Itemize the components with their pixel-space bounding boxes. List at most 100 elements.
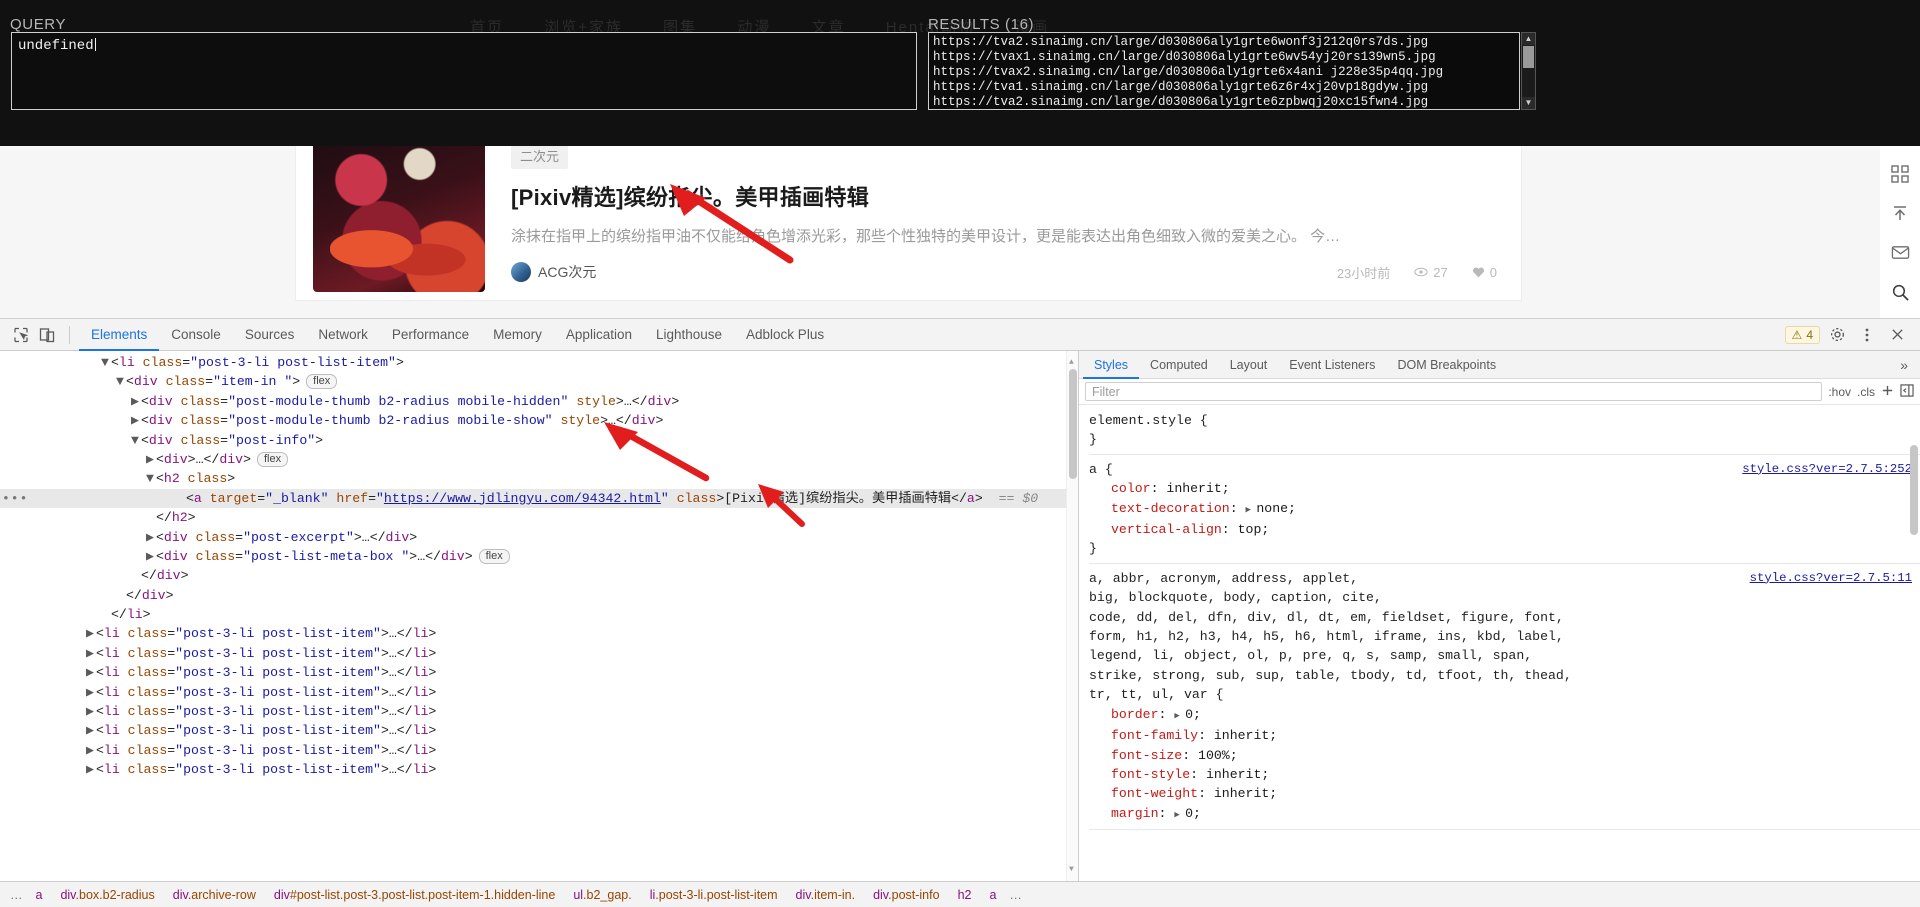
dom-line[interactable]: ▼ <h2 class> (0, 469, 1078, 488)
tab-lighthouse[interactable]: Lighthouse (644, 319, 734, 351)
flex-badge[interactable]: flex (478, 548, 510, 564)
tab-application[interactable]: Application (554, 319, 644, 351)
css-declaration[interactable]: font-style: inherit; (1089, 765, 1920, 784)
breadcrumb-item[interactable]: div.box.b2-radius (51, 888, 163, 902)
disclosure-triangle-icon[interactable]: ▶ (131, 411, 141, 430)
css-value[interactable]: : top; (1222, 522, 1269, 537)
line-menu-dots[interactable]: ••• (2, 489, 28, 508)
results-list-box[interactable]: https://tva2.sinaimg.cn/large/d030806aly… (928, 32, 1520, 110)
tab-adblock-plus[interactable]: Adblock Plus (734, 319, 836, 351)
css-value[interactable]: : 100%; (1182, 748, 1237, 763)
css-value[interactable]: : ▶ none; (1230, 501, 1296, 516)
disclosure-triangle-icon[interactable]: ▶ (86, 760, 96, 779)
tab-layout[interactable]: Layout (1219, 351, 1279, 379)
result-url[interactable]: https://tva2.sinaimg.cn/large/d030806aly… (933, 95, 1515, 109)
breadcrumb-item[interactable]: div.item-in. (787, 888, 865, 902)
hov-button[interactable]: :hov (1828, 385, 1851, 399)
styles-scrollbar-thumb[interactable] (1910, 445, 1918, 535)
dom-line[interactable]: ▶ <div class="post-module-thumb b2-radius… (0, 392, 1078, 411)
css-rule[interactable]: style.css?ver=2.7.5:252 a {color: inherit… (1089, 460, 1920, 559)
scrollbar-thumb[interactable] (1523, 46, 1534, 68)
css-value[interactable]: : inherit; (1198, 728, 1277, 743)
result-url[interactable]: https://tva1.sinaimg.cn/large/d030806aly… (933, 80, 1515, 95)
dom-scroll-down-icon[interactable]: ▼ (1069, 860, 1074, 879)
disclosure-triangle-icon[interactable]: ▼ (146, 469, 156, 488)
query-input[interactable]: undefined (11, 32, 917, 110)
disclosure-triangle-icon[interactable]: ▶ (86, 663, 96, 682)
scroll-top-icon[interactable] (1889, 204, 1911, 222)
disclosure-triangle-icon[interactable]: ▼ (116, 372, 126, 391)
flex-badge[interactable]: flex (257, 451, 289, 467)
gear-icon[interactable] (1824, 323, 1850, 347)
kebab-menu-icon[interactable] (1854, 323, 1880, 347)
tab-dom-breakpoints[interactable]: DOM Breakpoints (1386, 351, 1507, 379)
results-scrollbar[interactable]: ▲ ▼ (1521, 32, 1536, 110)
dom-line[interactable]: ▶ <li class="post-3-li post-list-item">…<… (0, 624, 1078, 643)
breadcrumb-overflow[interactable]: … (1005, 888, 1026, 902)
dom-line[interactable]: ▶ <li class="post-3-li post-list-item">…<… (0, 683, 1078, 702)
article-category-tag[interactable]: 二次元 (511, 142, 569, 169)
disclosure-triangle-icon[interactable]: ▶ (146, 547, 156, 566)
disclosure-triangle-icon[interactable]: ▶ (86, 644, 96, 663)
mail-icon[interactable] (1889, 243, 1911, 262)
scroll-up-arrow-icon[interactable]: ▲ (1522, 33, 1535, 45)
tab-event-listeners[interactable]: Event Listeners (1278, 351, 1386, 379)
filter-input[interactable]: Filter (1085, 382, 1823, 401)
breadcrumb-item[interactable]: ul.b2_gap. (564, 888, 640, 902)
tab-console[interactable]: Console (159, 319, 233, 351)
dom-tree-pane[interactable]: ▼ <li class="post-3-li post-list-item"> ▼ <… (0, 351, 1078, 881)
css-property[interactable]: border (1089, 705, 1158, 724)
disclosure-triangle-icon[interactable]: ▶ (86, 624, 96, 643)
breadcrumb-item[interactable]: a (980, 888, 1005, 902)
result-url[interactable]: https://tvax2.sinaimg.cn/large/d030806al… (933, 65, 1515, 80)
flex-badge[interactable]: flex (306, 374, 338, 390)
dom-line[interactable]: ▶ <li class="post-3-li post-list-item">…<… (0, 760, 1078, 779)
dom-line[interactable]: ▶ <li class="post-3-li post-list-item">…<… (0, 663, 1078, 682)
scroll-down-arrow-icon[interactable]: ▼ (1522, 97, 1535, 109)
css-declaration[interactable]: text-decoration: ▶ none; (1089, 499, 1920, 520)
css-declaration[interactable]: color: inherit; (1089, 479, 1920, 498)
css-value[interactable]: : inherit; (1198, 786, 1277, 801)
css-declaration[interactable]: font-size: 100%; (1089, 746, 1920, 765)
article-author[interactable]: ACG次元 (538, 262, 596, 282)
chevron-double-right-icon[interactable]: » (1892, 357, 1916, 373)
disclosure-triangle-icon[interactable]: ▶ (131, 392, 141, 411)
breadcrumb-item[interactable]: h2 (949, 888, 981, 902)
dom-line[interactable]: ▶ <li class="post-3-li post-list-item">…<… (0, 721, 1078, 740)
result-url[interactable]: https://tvax1.sinaimg.cn/large/d030806al… (933, 50, 1515, 65)
tab-memory[interactable]: Memory (481, 319, 554, 351)
disclosure-triangle-icon[interactable]: ▶ (146, 450, 156, 469)
inspect-element-icon[interactable] (8, 323, 34, 347)
dom-line[interactable]: ▶ <li class="post-3-li post-list-item">…<… (0, 644, 1078, 663)
disclosure-triangle-icon[interactable]: ▶ (146, 528, 156, 547)
dom-line[interactable]: ▶ <div>…</div> flex (0, 450, 1078, 469)
panel-toggle-icon[interactable] (1900, 383, 1914, 400)
dom-line[interactable]: ▶ <div class="post-module-thumb b2-radius… (0, 411, 1078, 430)
dom-line[interactable]: </div> (0, 566, 1078, 585)
css-property[interactable]: text-decoration (1089, 499, 1230, 518)
disclosure-triangle-icon[interactable]: ▶ (86, 721, 96, 740)
css-property[interactable]: font-weight (1089, 784, 1198, 803)
css-declaration[interactable]: border: ▶ 0; (1089, 705, 1920, 726)
dom-scrollbar-thumb[interactable] (1069, 369, 1077, 479)
css-property[interactable]: font-style (1089, 765, 1190, 784)
dom-line[interactable]: </h2> (0, 508, 1078, 527)
css-property[interactable]: font-size (1089, 746, 1182, 765)
plus-icon[interactable] (1881, 384, 1894, 400)
breadcrumb-item[interactable]: div.post-info (864, 888, 948, 902)
dom-line[interactable]: ▶ <li class="post-3-li post-list-item">…<… (0, 702, 1078, 721)
css-rule[interactable]: element.style {} (1089, 411, 1920, 450)
styles-scrollbar[interactable] (1908, 405, 1920, 881)
dom-line[interactable]: ▼ <li class="post-3-li post-list-item"> (0, 353, 1078, 372)
css-source-link[interactable]: style.css?ver=2.7.5:252 (1742, 460, 1912, 479)
breadcrumb-item[interactable]: li.post-3-li.post-list-item (641, 888, 787, 902)
css-source-link[interactable]: style.css?ver=2.7.5:11 (1750, 569, 1912, 588)
dom-line[interactable]: </li> (0, 605, 1078, 624)
cls-button[interactable]: .cls (1857, 385, 1875, 399)
qrcode-icon[interactable] (1889, 165, 1911, 183)
tab-styles[interactable]: Styles (1083, 351, 1139, 379)
device-toolbar-icon[interactable] (34, 323, 60, 347)
css-declaration[interactable]: vertical-align: top; (1089, 520, 1920, 539)
disclosure-triangle-icon[interactable]: ▶ (86, 683, 96, 702)
close-icon[interactable] (1884, 323, 1910, 347)
